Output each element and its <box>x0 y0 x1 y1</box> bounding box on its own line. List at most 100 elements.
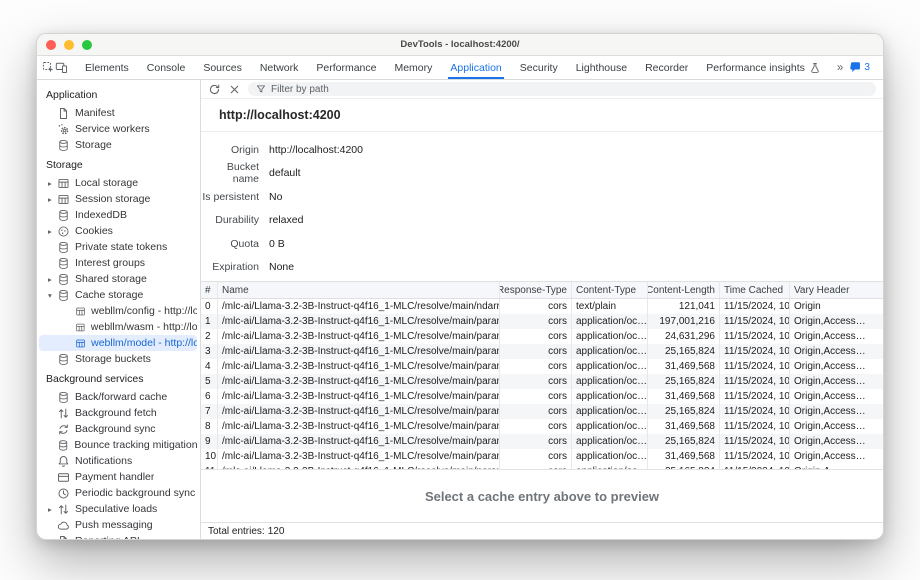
cell-content_type: application/oc… <box>571 314 647 329</box>
tab-recorder[interactable]: Recorder <box>636 56 697 79</box>
cell-name: /mlc-ai/Llama-3.2-3B-Instruct-q4f16_1-ML… <box>217 389 499 404</box>
sidebar-item-webllm-config-http-loc[interactable]: webllm/config - http://loc… <box>39 303 197 319</box>
cell-vary: Origin,Access… <box>789 359 883 374</box>
tab-performance[interactable]: Performance <box>307 56 385 79</box>
sidebar-item-bounce-tracking-mitigations[interactable]: Bounce tracking mitigations <box>39 437 197 453</box>
sidebar-item-label: Service workers <box>75 123 150 135</box>
tab-security[interactable]: Security <box>511 56 567 79</box>
tab-elements[interactable]: Elements <box>76 56 138 79</box>
sidebar-item-webllm-wasm-http-loca[interactable]: webllm/wasm - http://loca… <box>39 319 197 335</box>
chevron-right-icon[interactable]: ▸ <box>48 227 57 236</box>
column-header-content-length[interactable]: Content-Length <box>647 282 719 298</box>
sidebar-item-label: Payment handler <box>75 471 154 483</box>
table-row[interactable]: 1/mlc-ai/Llama-3.2-3B-Instruct-q4f16_1-M… <box>201 314 883 329</box>
sidebar-item-back-forward-cache[interactable]: Back/forward cache <box>39 389 197 405</box>
tab-label: Console <box>147 62 186 74</box>
table-row[interactable]: 9/mlc-ai/Llama-3.2-3B-Instruct-q4f16_1-M… <box>201 434 883 449</box>
chevron-right-icon[interactable]: ▸ <box>48 505 57 514</box>
sidebar-item-background-sync[interactable]: Background sync <box>39 421 197 437</box>
device-toolbar-button[interactable] <box>55 56 68 79</box>
field-value: default <box>269 167 301 179</box>
sidebar-item-session-storage[interactable]: ▸Session storage <box>39 191 197 207</box>
sidebar-item-label: Local storage <box>75 177 138 189</box>
chevron-down-icon[interactable]: ▾ <box>48 291 57 300</box>
cell-name: /mlc-ai/Llama-3.2-3B-Instruct-q4f16_1-ML… <box>217 359 499 374</box>
tab-network[interactable]: Network <box>251 56 308 79</box>
sidebar-item-reporting-api[interactable]: Reporting API <box>39 533 197 539</box>
cell-num: 6 <box>201 389 217 404</box>
table-row[interactable]: 2/mlc-ai/Llama-3.2-3B-Instruct-q4f16_1-M… <box>201 329 883 344</box>
table-row[interactable]: 8/mlc-ai/Llama-3.2-3B-Instruct-q4f16_1-M… <box>201 419 883 434</box>
tab-memory[interactable]: Memory <box>385 56 441 79</box>
tab-performance-insights[interactable]: Performance insights <box>697 56 830 79</box>
tab-lighthouse[interactable]: Lighthouse <box>567 56 636 79</box>
inspect-element-button[interactable] <box>42 56 55 79</box>
sidebar-item-service-workers[interactable]: Service workers <box>39 121 197 137</box>
sidebar-item-indexeddb[interactable]: IndexedDB <box>39 207 197 223</box>
cell-response_type: cors <box>499 299 571 314</box>
sidebar-item-interest-groups[interactable]: Interest groups <box>39 255 197 271</box>
sidebar-item-shared-storage[interactable]: ▸ Shared storage <box>39 271 197 287</box>
table-header-row: #NameResponse-TypeContent-TypeContent-Le… <box>201 282 883 299</box>
cell-time_cached: 11/15/2024, 10… <box>719 419 789 434</box>
column-header-time-cached[interactable]: Time Cached <box>719 282 789 298</box>
cell-content_length: 31,469,568 <box>647 359 719 374</box>
cache-panel: http://localhost:4200 Originhttp://local… <box>201 80 883 539</box>
database-icon <box>57 289 70 302</box>
sidebar-item-cache-storage[interactable]: ▾Cache storage <box>39 287 197 303</box>
cell-response_type: cors <box>499 419 571 434</box>
sidebar-item-label: Shared storage <box>75 273 147 285</box>
column-header-vary-header[interactable]: Vary Header <box>789 282 883 298</box>
flask-icon <box>809 62 821 74</box>
sidebar-item-storage-buckets[interactable]: Storage buckets <box>39 351 197 367</box>
sidebar-item-payment-handler[interactable]: Payment handler <box>39 469 197 485</box>
sidebar-item-local-storage[interactable]: ▸ Local storage <box>39 175 197 191</box>
minimize-button[interactable] <box>64 40 74 50</box>
close-button[interactable] <box>46 40 56 50</box>
tab-sources[interactable]: Sources <box>194 56 251 79</box>
table-row[interactable]: 7/mlc-ai/Llama-3.2-3B-Instruct-q4f16_1-M… <box>201 404 883 419</box>
sidebar-item-label: Bounce tracking mitigations <box>74 439 197 451</box>
table-icon <box>57 177 70 190</box>
column-header-num[interactable]: # <box>201 282 217 298</box>
table-row[interactable]: 4/mlc-ai/Llama-3.2-3B-Instruct-q4f16_1-M… <box>201 359 883 374</box>
filter-input[interactable] <box>271 84 868 95</box>
table-row[interactable]: 3/mlc-ai/Llama-3.2-3B-Instruct-q4f16_1-M… <box>201 344 883 359</box>
zoom-button[interactable] <box>82 40 92 50</box>
clear-icon[interactable] <box>228 83 241 96</box>
refresh-icon[interactable] <box>208 83 221 96</box>
sidebar-item-background-fetch[interactable]: Background fetch <box>39 405 197 421</box>
sidebar-item-periodic-background-sync[interactable]: Periodic background sync <box>39 485 197 501</box>
sidebar-item-cookies[interactable]: ▸Cookies <box>39 223 197 239</box>
section-title-application: Application <box>37 83 200 105</box>
cell-response_type: cors <box>499 449 571 464</box>
chevron-right-icon[interactable]: ▸ <box>48 275 57 284</box>
column-header-name[interactable]: Name <box>217 282 499 298</box>
cell-vary: Origin <box>789 299 883 314</box>
issues-message-icon[interactable] <box>849 61 862 74</box>
window-title: DevTools - localhost:4200/ <box>400 39 519 50</box>
table-row[interactable]: 5/mlc-ai/Llama-3.2-3B-Instruct-q4f16_1-M… <box>201 374 883 389</box>
sidebar-item-manifest[interactable]: Manifest <box>39 105 197 121</box>
more-tabs-button[interactable]: » <box>830 62 849 74</box>
chevron-right-icon[interactable]: ▸ <box>48 179 57 188</box>
database-icon <box>57 353 70 366</box>
tab-console[interactable]: Console <box>138 56 195 79</box>
table-row[interactable]: 0/mlc-ai/Llama-3.2-3B-Instruct-q4f16_1-M… <box>201 299 883 314</box>
column-header-response-type[interactable]: Response-Type <box>499 282 571 298</box>
table-row[interactable]: 10/mlc-ai/Llama-3.2-3B-Instruct-q4f16_1-… <box>201 449 883 464</box>
chevron-right-icon[interactable]: ▸ <box>48 195 57 204</box>
origin-metadata: Originhttp://localhost:4200Bucket namede… <box>201 132 883 281</box>
card-icon <box>57 471 70 484</box>
application-sidebar: ApplicationManifest Service workers Storag… <box>37 80 201 539</box>
sidebar-item-webllm-model-http-loc[interactable]: webllm/model - http://loc… <box>39 335 197 351</box>
sidebar-item-notifications[interactable]: Notifications <box>39 453 197 469</box>
tab-application[interactable]: Application <box>441 56 510 79</box>
sidebar-item-private-state-tokens[interactable]: Private state tokens <box>39 239 197 255</box>
sidebar-item-speculative-loads[interactable]: ▸Speculative loads <box>39 501 197 517</box>
field-value: relaxed <box>269 214 303 226</box>
sidebar-item-storage[interactable]: Storage <box>39 137 197 153</box>
sidebar-item-push-messaging[interactable]: Push messaging <box>39 517 197 533</box>
table-row[interactable]: 6/mlc-ai/Llama-3.2-3B-Instruct-q4f16_1-M… <box>201 389 883 404</box>
column-header-content-type[interactable]: Content-Type <box>571 282 647 298</box>
